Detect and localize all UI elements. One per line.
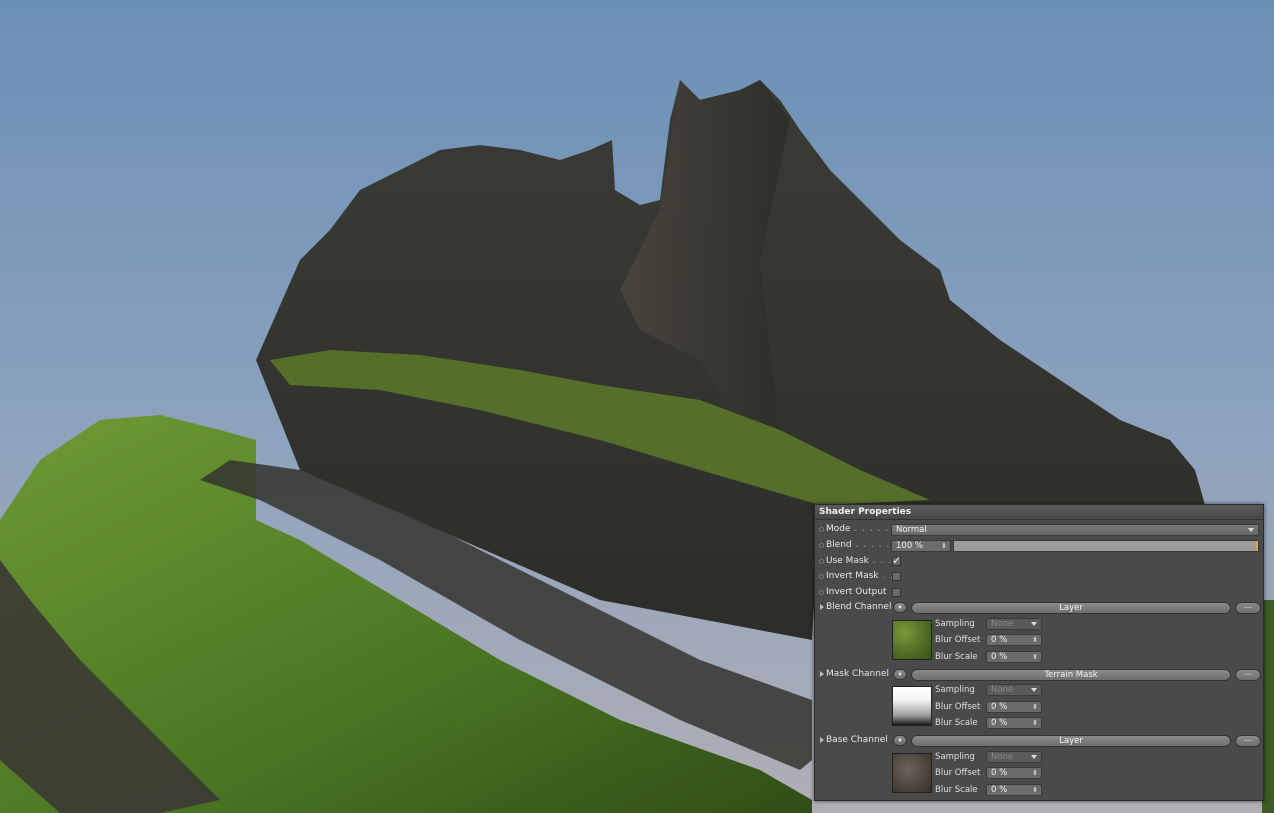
invert-output-label: Invert Output (826, 587, 887, 597)
blend-blur-scale-input[interactable]: 0 % ⬍ (986, 651, 1042, 663)
shader-properties-panel: Shader Properties Mode . . . . . . . . N… (814, 504, 1264, 801)
use-mask-row: Use Mask . . . . ✓ (815, 554, 1263, 569)
blur-offset-label: Blur Offset (935, 702, 981, 712)
blend-channel-thumbnail[interactable] (892, 620, 932, 660)
invert-mask-row: Invert Mask . . (815, 570, 1263, 584)
use-mask-label: Use Mask (826, 556, 869, 566)
animation-dot-icon[interactable] (819, 574, 824, 579)
expand-triangle-icon[interactable] (820, 737, 824, 743)
blend-input[interactable]: 100 % ⬍ (891, 540, 951, 552)
base-blur-scale-input[interactable]: 0 % ⬍ (986, 784, 1042, 796)
blend-channel-ellipsis-button[interactable]: ... (1235, 602, 1261, 614)
sampling-value: None (991, 619, 1014, 629)
base-blur-offset-input[interactable]: 0 % ⬍ (986, 767, 1042, 779)
invert-mask-label: Invert Mask (826, 571, 879, 581)
checkmark-icon: ✓ (892, 554, 902, 567)
play-arrow-icon (899, 738, 902, 742)
blur-offset-label: Blur Offset (935, 635, 981, 645)
panel-title: Shader Properties (815, 505, 1263, 520)
blur-scale-value: 0 % (991, 718, 1008, 728)
chevron-down-icon (1031, 755, 1037, 759)
invert-mask-checkbox[interactable] (892, 572, 901, 581)
channel-menu-button[interactable] (893, 735, 907, 746)
mask-blur-scale-input[interactable]: 0 % ⬍ (986, 717, 1042, 729)
animation-dot-icon[interactable] (819, 543, 824, 548)
blur-scale-value: 0 % (991, 652, 1008, 662)
mode-value: Normal (896, 525, 927, 535)
spinner-arrows-icon[interactable]: ⬍ (941, 541, 947, 551)
mask-blur-offset-input[interactable]: 0 % ⬍ (986, 701, 1042, 713)
mask-channel-thumbnail[interactable] (892, 686, 932, 726)
blur-scale-label: Blur Scale (935, 718, 978, 728)
mask-sampling-dropdown[interactable]: None (986, 684, 1042, 696)
spinner-arrows-icon[interactable]: ⬍ (1032, 768, 1038, 778)
blend-slider[interactable] (953, 540, 1259, 552)
blur-scale-label: Blur Scale (935, 652, 978, 662)
sampling-value: None (991, 685, 1014, 695)
chevron-down-icon (1031, 688, 1037, 692)
blur-offset-label: Blur Offset (935, 768, 981, 778)
chevron-down-icon (1031, 622, 1037, 626)
blend-slider-handle[interactable] (1256, 541, 1258, 551)
base-channel-thumbnail[interactable] (892, 753, 932, 793)
invert-output-checkbox[interactable] (892, 588, 901, 597)
mask-channel-row: Mask Channel Terrain Mask ... (815, 668, 1263, 682)
use-mask-checkbox[interactable]: ✓ (892, 554, 902, 567)
channel-menu-button[interactable] (893, 602, 907, 613)
mask-channel-label: Mask Channel (826, 669, 889, 679)
base-sampling-dropdown[interactable]: None (986, 751, 1042, 763)
spinner-arrows-icon[interactable]: ⬍ (1032, 718, 1038, 728)
blend-channel-row: Blend Channel Layer ... (815, 601, 1263, 615)
expand-triangle-icon[interactable] (820, 604, 824, 610)
chevron-down-icon (1248, 528, 1254, 532)
blend-slider-fill (954, 541, 1258, 551)
blend-sampling-dropdown[interactable]: None (986, 618, 1042, 630)
blend-row: Blend . . . . . . . . 100 % ⬍ (815, 539, 1263, 553)
blend-value: 100 % (896, 541, 924, 551)
animation-dot-icon[interactable] (819, 590, 824, 595)
sampling-label: Sampling (935, 685, 975, 695)
blur-offset-value: 0 % (991, 768, 1008, 778)
base-channel-layer-button[interactable]: Layer (911, 735, 1231, 747)
mode-label: Mode (826, 524, 851, 534)
spinner-arrows-icon[interactable]: ⬍ (1032, 635, 1038, 645)
blend-channel-label: Blend Channel (826, 602, 892, 612)
play-arrow-icon (899, 605, 902, 609)
mask-channel-terrain-mask-button[interactable]: Terrain Mask (911, 669, 1231, 681)
expand-triangle-icon[interactable] (820, 671, 824, 677)
blur-scale-value: 0 % (991, 785, 1008, 795)
blur-offset-value: 0 % (991, 635, 1008, 645)
base-channel-ellipsis-button[interactable]: ... (1235, 735, 1261, 747)
blur-scale-label: Blur Scale (935, 785, 978, 795)
base-channel-label: Base Channel (826, 735, 888, 745)
spinner-arrows-icon[interactable]: ⬍ (1032, 785, 1038, 795)
base-channel-row: Base Channel Layer ... (815, 734, 1263, 748)
animation-dot-icon[interactable] (819, 527, 824, 532)
blur-offset-value: 0 % (991, 702, 1008, 712)
blend-label: Blend (826, 540, 852, 550)
invert-output-row: Invert Output (815, 586, 1263, 600)
sampling-label: Sampling (935, 752, 975, 762)
mode-dropdown[interactable]: Normal (891, 524, 1259, 536)
channel-menu-button[interactable] (893, 669, 907, 680)
spinner-arrows-icon[interactable]: ⬍ (1032, 702, 1038, 712)
blend-channel-layer-button[interactable]: Layer (911, 602, 1231, 614)
blend-blur-offset-input[interactable]: 0 % ⬍ (986, 634, 1042, 646)
sampling-value: None (991, 752, 1014, 762)
sampling-label: Sampling (935, 619, 975, 629)
mask-channel-ellipsis-button[interactable]: ... (1235, 669, 1261, 681)
play-arrow-icon (899, 672, 902, 676)
animation-dot-icon[interactable] (819, 559, 824, 564)
spinner-arrows-icon[interactable]: ⬍ (1032, 652, 1038, 662)
mode-row: Mode . . . . . . . . Normal (815, 523, 1263, 537)
